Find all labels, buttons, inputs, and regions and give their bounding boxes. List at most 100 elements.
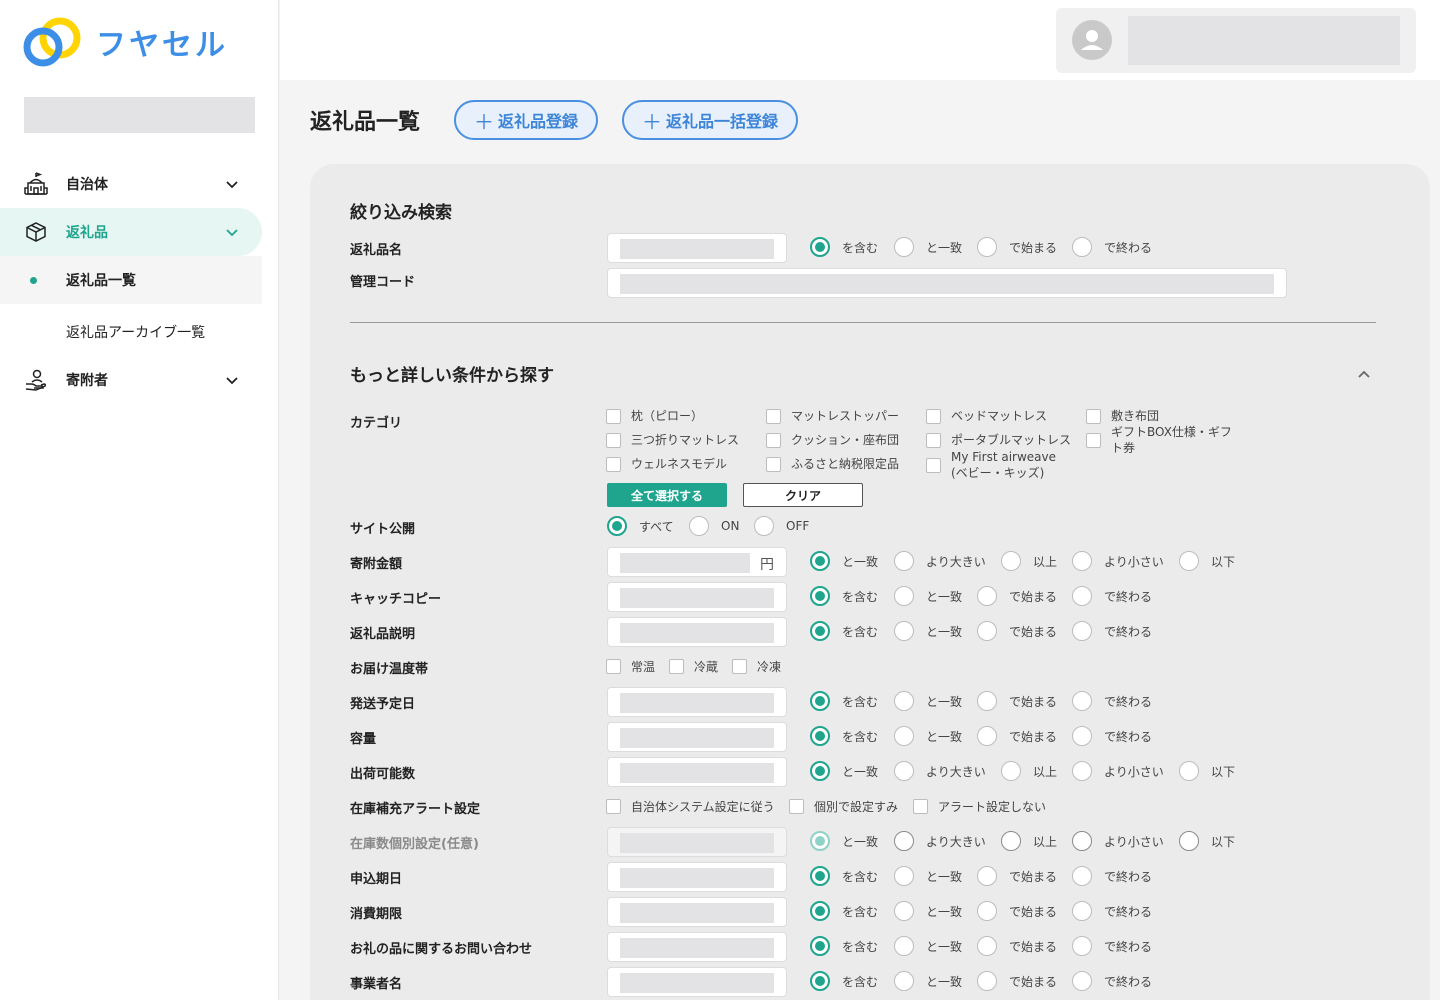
num-equal-radio[interactable]: と一致: [810, 761, 894, 781]
business-name-input[interactable]: [607, 967, 787, 997]
category-checkbox[interactable]: クッション・座布団: [766, 432, 899, 448]
sidebar-subitem-gift-list[interactable]: 返礼品一覧: [0, 256, 262, 304]
category-checkbox[interactable]: ウェルネスモデル: [606, 456, 727, 472]
match-starts-radio[interactable]: で始まる: [977, 621, 1072, 641]
category-checkbox[interactable]: My First airweave (ベビー・キッズ): [926, 449, 1076, 481]
match-contains-radio[interactable]: を含む: [810, 691, 894, 711]
category-checkbox[interactable]: 三つ折りマットレス: [606, 432, 739, 448]
clear-button[interactable]: クリア: [743, 483, 863, 507]
match-ends-radio[interactable]: で終わる: [1072, 621, 1152, 641]
match-contains-radio[interactable]: を含む: [810, 237, 894, 257]
match-starts-radio[interactable]: で始まる: [977, 586, 1072, 606]
num-lte-radio[interactable]: 以下: [1179, 761, 1235, 781]
match-equal-radio[interactable]: と一致: [894, 971, 977, 991]
match-ends-radio[interactable]: で終わる: [1072, 971, 1152, 991]
site-public-all-radio[interactable]: すべて: [607, 516, 689, 536]
num-equal-radio[interactable]: と一致: [810, 831, 894, 851]
gift-name-input[interactable]: [607, 233, 787, 263]
temp-frozen-checkbox[interactable]: 冷凍: [732, 658, 781, 675]
num-gte-radio[interactable]: 以上: [1001, 551, 1072, 571]
match-equal-radio[interactable]: と一致: [894, 237, 977, 257]
match-equal-radio[interactable]: と一致: [894, 936, 977, 956]
match-ends-radio[interactable]: で終わる: [1072, 866, 1152, 886]
match-ends-radio[interactable]: で終わる: [1072, 691, 1152, 711]
site-public-off-radio[interactable]: OFF: [754, 516, 809, 536]
match-equal-radio[interactable]: と一致: [894, 866, 977, 886]
match-ends-radio[interactable]: で終わる: [1072, 586, 1152, 606]
match-contains-radio[interactable]: を含む: [810, 901, 894, 921]
user-menu[interactable]: [1056, 8, 1416, 73]
category-checkbox[interactable]: ふるさと納税限定品: [766, 456, 899, 472]
match-starts-radio[interactable]: で始まる: [977, 691, 1072, 711]
match-ends-radio[interactable]: で終わる: [1072, 901, 1152, 921]
brand-logo[interactable]: フヤセル: [22, 16, 228, 68]
match-equal-radio[interactable]: と一致: [894, 691, 977, 711]
management-code-input[interactable]: [607, 268, 1287, 298]
category-checkbox[interactable]: ポータブルマットレス: [926, 432, 1071, 448]
match-equal-radio[interactable]: と一致: [894, 726, 977, 746]
bulk-register-gift-button[interactable]: ＋返礼品一括登録: [622, 100, 798, 140]
match-contains-radio[interactable]: を含む: [810, 866, 894, 886]
capacity-match-options: を含む と一致 で始まる で終わる: [810, 726, 1152, 746]
management-code-label: 管理コード: [350, 275, 416, 290]
num-equal-radio[interactable]: と一致: [810, 551, 894, 571]
stock-individual-input[interactable]: [607, 827, 787, 857]
match-starts-radio[interactable]: で始まる: [977, 726, 1072, 746]
alert-none-checkbox[interactable]: アラート設定しない: [913, 798, 1046, 815]
match-contains-radio[interactable]: を含む: [810, 936, 894, 956]
match-starts-radio[interactable]: で始まる: [977, 901, 1072, 921]
match-starts-radio[interactable]: で始まる: [977, 237, 1072, 257]
shippable-quantity-input[interactable]: [607, 757, 787, 787]
num-gte-radio[interactable]: 以上: [1001, 761, 1072, 781]
match-starts-radio[interactable]: で始まる: [977, 866, 1072, 886]
num-greater-radio[interactable]: より大きい: [894, 761, 1001, 781]
application-deadline-input[interactable]: [607, 862, 787, 892]
match-equal-radio[interactable]: と一致: [894, 901, 977, 921]
match-ends-radio[interactable]: で終わる: [1072, 237, 1152, 257]
donation-amount-input[interactable]: 円: [607, 547, 787, 577]
match-contains-radio[interactable]: を含む: [810, 726, 894, 746]
ship-date-input[interactable]: [607, 687, 787, 717]
match-ends-radio[interactable]: で終わる: [1072, 726, 1152, 746]
temp-normal-checkbox[interactable]: 常温: [606, 658, 669, 675]
capacity-input[interactable]: [607, 722, 787, 752]
category-checkbox[interactable]: ギフトBOX仕様・ギフト券: [1086, 424, 1236, 456]
category-checkbox[interactable]: ベッドマットレス: [926, 408, 1047, 424]
select-all-button[interactable]: 全て選択する: [607, 483, 727, 507]
expiry-date-input[interactable]: [607, 897, 787, 927]
match-equal-radio[interactable]: と一致: [894, 621, 977, 641]
match-contains-radio[interactable]: を含む: [810, 586, 894, 606]
match-equal-radio[interactable]: と一致: [894, 586, 977, 606]
category-checkbox[interactable]: 敷き布団: [1086, 408, 1159, 424]
sidebar-item-donors[interactable]: 寄附者: [0, 356, 262, 404]
category-checkbox[interactable]: マットレストッパー: [766, 408, 899, 424]
chevron-up-icon[interactable]: [1356, 367, 1372, 383]
num-greater-radio[interactable]: より大きい: [894, 551, 1001, 571]
match-starts-radio[interactable]: で始まる: [977, 936, 1072, 956]
gift-description-input[interactable]: [607, 617, 787, 647]
num-greater-radio[interactable]: より大きい: [894, 831, 1001, 851]
catch-copy-input[interactable]: [607, 582, 787, 612]
match-contains-radio[interactable]: を含む: [810, 621, 894, 641]
application-deadline-match-options: を含む と一致 で始まる で終わる: [810, 866, 1152, 886]
register-gift-button[interactable]: ＋返礼品登録: [454, 100, 598, 140]
match-ends-radio[interactable]: で終わる: [1072, 936, 1152, 956]
match-contains-radio[interactable]: を含む: [810, 971, 894, 991]
category-checkbox[interactable]: 枕（ピロー）: [606, 408, 703, 424]
sidebar-subitem-gift-archive[interactable]: 返礼品アーカイブ一覧: [0, 308, 262, 356]
inquiry-input[interactable]: [607, 932, 787, 962]
sidebar-item-gifts[interactable]: 返礼品: [0, 208, 262, 256]
sidebar-item-label: 自治体: [66, 177, 108, 193]
num-less-radio[interactable]: より小さい: [1072, 761, 1179, 781]
num-less-radio[interactable]: より小さい: [1072, 831, 1179, 851]
sidebar-item-municipality[interactable]: 自治体: [0, 160, 262, 208]
match-starts-radio[interactable]: で始まる: [977, 971, 1072, 991]
num-less-radio[interactable]: より小さい: [1072, 551, 1179, 571]
num-gte-radio[interactable]: 以上: [1001, 831, 1072, 851]
num-lte-radio[interactable]: 以下: [1179, 551, 1235, 571]
temp-chilled-checkbox[interactable]: 冷蔵: [669, 658, 732, 675]
alert-individual-checkbox[interactable]: 個別で設定すみ: [789, 798, 913, 815]
alert-follow-system-checkbox[interactable]: 自治体システム設定に従う: [606, 798, 789, 815]
site-public-on-radio[interactable]: ON: [689, 516, 754, 536]
num-lte-radio[interactable]: 以下: [1179, 831, 1235, 851]
